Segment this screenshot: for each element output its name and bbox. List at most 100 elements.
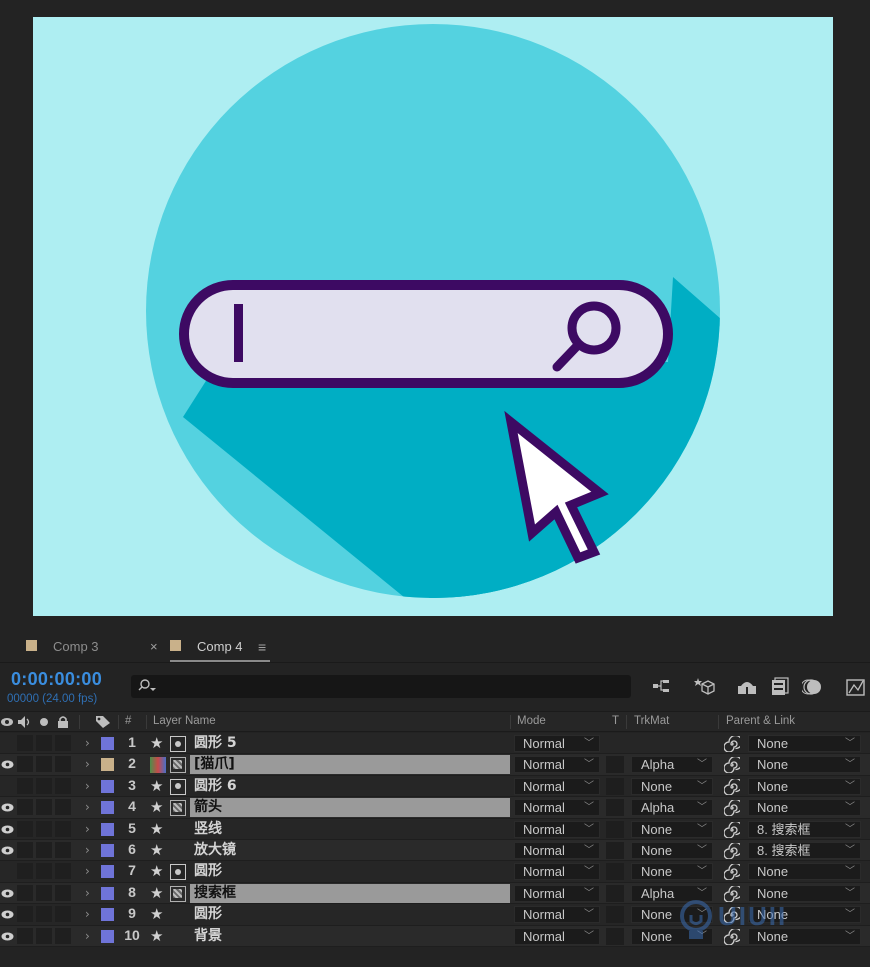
preserve-transparency-toggle[interactable] [606,927,624,945]
star-icon[interactable]: ★ [150,841,163,861]
layer-name-cell[interactable]: 箭头 [190,798,510,818]
solo-toggle[interactable] [36,884,52,901]
layer-row[interactable]: › 10 ★ 背景 Normal ﹀ None ﹀ None ﹀ [0,925,870,947]
lock-toggle[interactable] [55,735,71,751]
visibility-toggle[interactable] [0,883,15,903]
lock-toggle[interactable] [55,906,71,923]
label-color-swatch[interactable] [101,886,114,900]
solo-toggle[interactable] [36,927,52,944]
star-icon[interactable]: ★ [150,777,163,797]
chevron-right-icon[interactable]: › [85,757,90,777]
parent-select[interactable]: None ﹀ [748,799,861,817]
audio-toggle[interactable] [17,820,33,837]
preserve-transparency-toggle[interactable] [606,884,624,902]
track-matte-select[interactable]: Alpha ﹀ [631,799,713,817]
layer-row[interactable]: › 4 ★ 箭头 Normal ﹀ Alpha ﹀ None ﹀ [0,797,870,820]
chevron-right-icon[interactable]: › [85,864,90,884]
tab-comp-3[interactable]: Comp 3 [26,638,126,662]
track-matte-select[interactable]: None ﹀ [631,777,713,795]
chevron-right-icon[interactable]: › [85,779,90,799]
audio-toggle[interactable] [17,756,33,773]
audio-toggle[interactable] [17,884,33,901]
lock-toggle[interactable] [55,884,71,901]
visibility-toggle[interactable] [0,819,15,839]
composition-canvas[interactable] [33,17,833,616]
label-tag-icon[interactable] [95,715,111,729]
audio-toggle[interactable] [17,841,33,858]
layer-search-input[interactable] [131,675,631,698]
blend-mode-select[interactable]: Normal ﹀ [514,799,600,817]
star-icon[interactable]: ★ [150,862,163,882]
preserve-transparency-toggle[interactable] [606,841,624,859]
track-matte-select[interactable]: None ﹀ [631,820,713,838]
chevron-right-icon[interactable]: › [85,822,90,842]
frame-blending-icon[interactable] [769,676,791,698]
audio-column-icon[interactable] [17,715,33,729]
visibility-toggle[interactable] [0,840,15,860]
layer-name-cell[interactable]: 放大镜 [190,841,510,860]
layer-name-cell[interactable]: 圆形 5 [190,734,510,753]
label-color-swatch[interactable] [101,758,114,772]
current-time-display[interactable]: 0:00:00:00 [11,669,102,690]
composition-flowchart-icon[interactable] [651,676,673,698]
pick-whip-icon[interactable] [724,800,740,817]
layer-name-cell[interactable]: 竖线 [190,820,510,839]
pick-whip-icon[interactable] [724,928,740,945]
audio-toggle[interactable] [17,777,33,794]
solo-toggle[interactable] [36,735,52,751]
audio-toggle[interactable] [17,927,33,944]
track-matte-select[interactable]: None ﹀ [631,906,713,924]
solo-toggle[interactable] [36,820,52,837]
lock-toggle[interactable] [55,841,71,858]
graph-editor-icon[interactable] [845,676,867,698]
blend-mode-select[interactable]: Normal ﹀ [514,756,600,774]
layer-name-cell[interactable]: 圆形 [190,905,510,924]
blend-mode-select[interactable]: Normal ﹀ [514,735,600,752]
motion-blur-icon[interactable] [802,676,824,698]
layer-row[interactable]: › 9 ★ 圆形 Normal ﹀ None ﹀ None ﹀ [0,904,870,926]
label-color-swatch[interactable] [101,737,114,750]
pick-whip-icon[interactable] [724,821,740,838]
visibility-toggle[interactable] [0,733,15,753]
column-layer-name[interactable]: Layer Name [153,715,216,727]
layer-name-cell[interactable]: 圆形 6 [190,777,510,796]
audio-toggle[interactable] [17,799,33,816]
track-matte-select[interactable]: Alpha ﹀ [631,884,713,902]
blend-mode-select[interactable]: Normal ﹀ [514,906,600,924]
layer-name-cell[interactable]: 圆形 [190,862,510,881]
preserve-transparency-toggle[interactable] [606,863,624,881]
solo-toggle[interactable] [36,906,52,923]
solo-toggle[interactable] [36,841,52,858]
pick-whip-icon[interactable] [724,907,740,924]
star-icon[interactable]: ★ [150,734,163,754]
chevron-right-icon[interactable]: › [85,800,90,820]
blend-mode-select[interactable]: Normal ﹀ [514,884,600,902]
pick-whip-icon[interactable] [724,885,740,902]
preserve-transparency-toggle[interactable] [606,756,624,774]
preserve-transparency-toggle[interactable] [606,906,624,924]
lock-column-icon[interactable] [56,715,70,729]
solo-toggle[interactable] [36,756,52,773]
blend-mode-select[interactable]: Normal ﹀ [514,841,600,859]
pick-whip-icon[interactable] [724,736,740,752]
lock-toggle[interactable] [55,820,71,837]
layer-row[interactable]: › 5 ★ 竖线 Normal ﹀ None ﹀ 8. 搜索框 ﹀ [0,818,870,842]
parent-select[interactable]: None ﹀ [748,756,861,774]
blend-mode-select[interactable]: Normal ﹀ [514,820,600,838]
blend-mode-select[interactable]: Normal ﹀ [514,863,600,881]
lock-toggle[interactable] [55,756,71,773]
lock-toggle[interactable] [55,927,71,944]
star-icon[interactable]: ★ [150,884,163,904]
pick-whip-icon[interactable] [724,864,740,881]
track-matte-select[interactable]: Alpha ﹀ [631,756,713,774]
audio-toggle[interactable] [17,735,33,751]
visibility-toggle[interactable] [0,776,15,796]
visibility-toggle[interactable] [0,797,15,817]
pick-whip-icon[interactable] [724,778,740,795]
lock-toggle[interactable] [55,799,71,816]
layer-row[interactable]: › 3 ★ 圆形 6 Normal ﹀ None ﹀ None ﹀ [0,775,870,799]
star-icon[interactable]: ★ [150,820,163,840]
preserve-transparency-toggle[interactable] [606,820,624,838]
lock-toggle[interactable] [55,777,71,794]
layer-name-cell[interactable]: 搜索框 [190,883,510,903]
